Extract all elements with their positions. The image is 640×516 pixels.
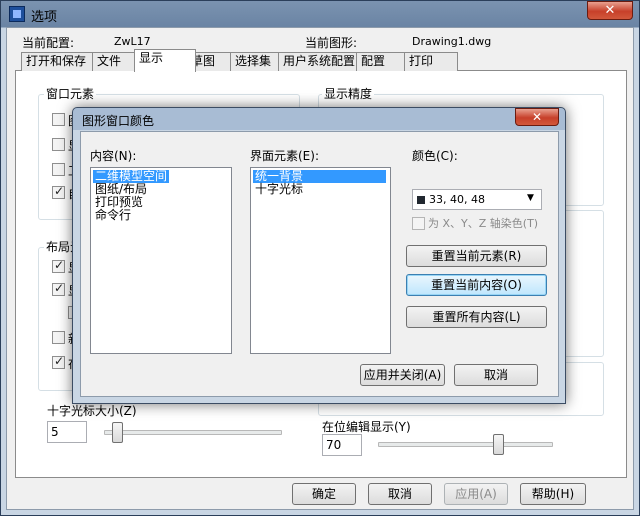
inplace-edit-slider-track[interactable] <box>378 442 553 447</box>
interface-element-listbox[interactable]: 统一背景 十字光标 <box>250 167 391 354</box>
crosshair-size-slider-track[interactable] <box>104 430 282 435</box>
element-item-crosshair[interactable]: 十字光标 <box>253 183 305 196</box>
window-element-checkbox-3[interactable] <box>52 163 65 176</box>
restore-current-context-button[interactable]: 重置当前内容(O) <box>406 274 547 296</box>
color-dropdown[interactable]: 33, 40, 48 ▼ <box>412 189 542 210</box>
window-title: 选项 <box>31 10 58 25</box>
color-value: 33, 40, 48 <box>429 193 485 206</box>
current-drawing-label: 当前图形: <box>305 36 358 50</box>
apply-button[interactable]: 应用(A) <box>444 483 508 505</box>
window-element-checkbox-4[interactable] <box>52 184 65 199</box>
window-elements-title: 窗口元素 <box>44 85 97 102</box>
apply-close-button[interactable]: 应用并关闭(A) <box>360 364 445 386</box>
dialog-title: 图形窗口颜色 <box>82 114 155 128</box>
current-profile-label: 当前配置: <box>22 36 75 50</box>
graphics-window-colors-dialog: 图形窗口颜色 ✕ 内容(N): 二维模型空间 图纸/布局 打印预览 命令行 界面… <box>72 107 566 404</box>
dialog-cancel-button[interactable]: 取消 <box>454 364 538 386</box>
layout-checkbox-5[interactable] <box>52 354 65 369</box>
tab-display[interactable]: 显示 <box>134 49 196 72</box>
dialog-client: 内容(N): 二维模型空间 图纸/布局 打印预览 命令行 界面元素(E): 统一… <box>80 131 559 397</box>
tab-open-save[interactable]: 打开和保存 <box>21 52 102 71</box>
inplace-edit-label: 在位编辑显示(Y) <box>322 420 411 434</box>
chevron-down-icon: ▼ <box>527 193 534 203</box>
color-swatch <box>417 196 425 204</box>
dialog-close-button[interactable]: ✕ <box>515 108 559 126</box>
layout-checkbox-2[interactable] <box>52 281 65 296</box>
ok-button[interactable]: 确定 <box>292 483 356 505</box>
display-precision-title: 显示精度 <box>322 85 375 102</box>
context-listbox[interactable]: 二维模型空间 图纸/布局 打印预览 命令行 <box>90 167 232 354</box>
cancel-button[interactable]: 取消 <box>368 483 432 505</box>
inplace-edit-slider-thumb[interactable] <box>492 434 504 455</box>
current-profile-value: ZwL17 <box>114 35 151 48</box>
context-label: 内容(N): <box>90 149 137 163</box>
layout-checkbox-1[interactable] <box>52 258 65 273</box>
app-icon <box>9 6 25 22</box>
window-element-checkbox-2[interactable] <box>52 138 65 151</box>
inplace-edit-input[interactable]: 70 <box>322 434 362 456</box>
restore-current-element-button[interactable]: 重置当前元素(R) <box>406 245 547 267</box>
help-button[interactable]: 帮助(H) <box>520 483 586 505</box>
tint-xyz-checkbox[interactable] <box>412 217 425 230</box>
crosshair-size-slider-thumb[interactable] <box>112 422 124 443</box>
window-close-button[interactable]: ✕ <box>587 1 633 20</box>
current-drawing-value: Drawing1.dwg <box>412 35 492 48</box>
window-titlebar[interactable]: 选项 ✕ <box>1 1 640 27</box>
crosshair-size-label: 十字光标大小(Z) <box>47 404 137 418</box>
color-label: 颜色(C): <box>412 149 458 163</box>
window-element-checkbox-1[interactable] <box>52 113 65 126</box>
restore-all-contexts-button[interactable]: 重置所有内容(L) <box>406 306 547 328</box>
layout-checkbox-4[interactable] <box>52 331 65 344</box>
tab-plot[interactable]: 打印 <box>404 52 458 71</box>
crosshair-size-input[interactable]: 5 <box>47 421 87 443</box>
tint-xyz-label: 为 X、Y、Z 轴染色(T) <box>428 217 539 230</box>
tab-user-preferences[interactable]: 用户系统配置 <box>278 52 366 71</box>
interface-element-label: 界面元素(E): <box>250 149 319 163</box>
context-item-command-line[interactable]: 命令行 <box>93 209 133 222</box>
